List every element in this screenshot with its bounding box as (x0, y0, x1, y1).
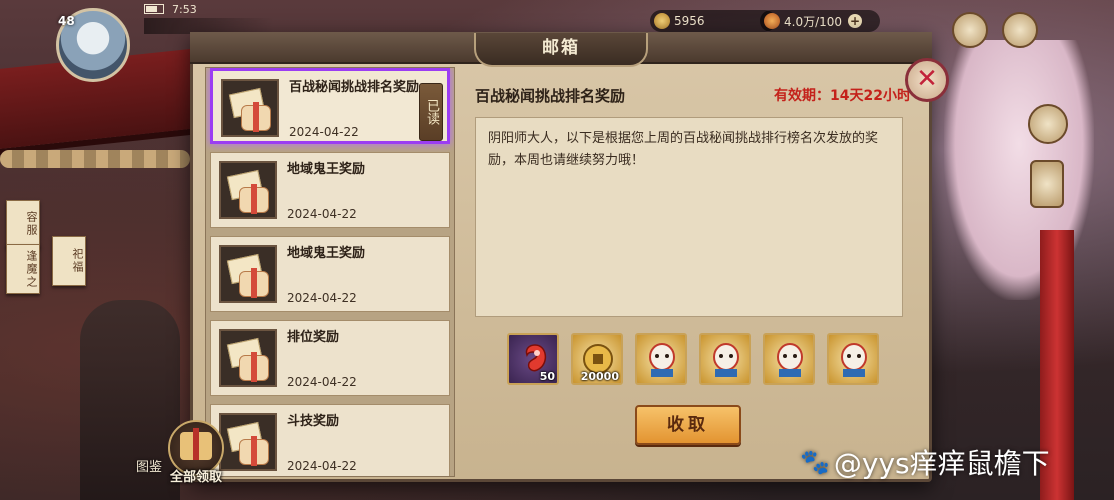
daruma-mask-icon (777, 343, 803, 377)
mail-title: 斗技奖励 (287, 414, 340, 429)
currency-2-value: 4.0万/100 (784, 14, 843, 29)
detail-title: 百战秘闻挑战排名奖励 (475, 87, 626, 105)
currency-2[interactable]: 4.0万/100 + (760, 10, 880, 32)
watermark-text: @yys痒痒鼠檐下 (833, 447, 1050, 480)
chat-button[interactable] (1002, 12, 1038, 48)
stamina-icon (764, 13, 780, 29)
add-currency-button[interactable]: + (848, 14, 863, 28)
daruma-mask-icon (841, 343, 867, 377)
mail-item-3[interactable]: 地域鬼王奖励 2024-04-22 (210, 236, 450, 312)
mail-thumbnail (221, 79, 279, 137)
shrine-rope (0, 150, 190, 168)
reward-list: 50 20000 (507, 333, 879, 385)
reward-gold[interactable]: 20000 (571, 333, 623, 385)
player-level: 48 (58, 14, 75, 28)
codex-label[interactable]: 图鉴 (136, 456, 162, 475)
mail-title: 百战秘闻挑战排名奖励 (289, 80, 420, 95)
watermark: 🐾 @yys痒痒鼠檐下 (800, 442, 1050, 482)
side-tag-2[interactable]: 逢魔之 (6, 244, 40, 294)
mail-date: 2024-04-22 (287, 459, 357, 473)
side-tag-3[interactable]: 祀福 (52, 236, 86, 286)
close-icon: ✕ (916, 64, 938, 94)
event-button[interactable] (1028, 104, 1068, 144)
reward-daruma-3[interactable] (763, 333, 815, 385)
reward-daruma-2[interactable] (699, 333, 751, 385)
mail-item-1[interactable]: 百战秘闻挑战排名奖励 2024-04-22 已读 (210, 68, 450, 144)
mail-thumbnail (219, 329, 277, 387)
reward-magatama[interactable]: 50 (507, 333, 559, 385)
mail-title: 地域鬼王奖励 (287, 246, 366, 261)
mail-thumbnail (219, 245, 277, 303)
reward-daruma-4[interactable] (827, 333, 879, 385)
claim-all-label: 全部领取 (169, 470, 222, 485)
mail-thumbnail (219, 161, 277, 219)
mail-list[interactable]: 百战秘闻挑战排名奖励 2024-04-22 已读 地域鬼王奖励 2024-04-… (205, 67, 455, 477)
window-title: 邮箱 (474, 33, 648, 67)
battery-icon (144, 4, 164, 14)
mail-item-4[interactable]: 排位奖励 2024-04-22 (210, 320, 450, 396)
mail-window: 邮箱 百战秘闻挑战排名奖励 2024-04-22 已读 地域鬼王奖励 2024-… (190, 32, 932, 482)
currency-1[interactable]: 5956 (650, 10, 776, 32)
reward-daruma-1[interactable] (635, 333, 687, 385)
mail-date: 2024-04-22 (287, 207, 357, 221)
daruma-mask-icon (649, 343, 675, 377)
claim-button[interactable]: 收取 (635, 405, 741, 445)
currency-1-value: 5956 (674, 14, 705, 28)
daruma-mask-icon (713, 343, 739, 377)
mail-date: 2024-04-22 (289, 125, 359, 139)
paw-icon: 🐾 (800, 448, 830, 476)
side-tag-1[interactable]: 容服 (6, 200, 40, 248)
menu-button[interactable] (952, 12, 988, 48)
reward-qty: 20000 (580, 370, 619, 383)
close-button[interactable]: ✕ (905, 58, 949, 102)
status-strip: 7:53 (144, 2, 197, 16)
read-tag: 已读 (419, 83, 443, 141)
scroll-button[interactable] (1030, 160, 1064, 208)
mail-title: 地域鬼王奖励 (287, 162, 366, 177)
mail-date: 2024-04-22 (287, 375, 357, 389)
mail-detail: 百战秘闻挑战排名奖励 有效期：14天22小时 阴阳师大人，以下是根据您上周的百战… (459, 67, 921, 475)
mail-item-2[interactable]: 地域鬼王奖励 2024-04-22 (210, 152, 450, 228)
clock: 7:53 (172, 2, 197, 16)
reward-qty: 50 (539, 370, 555, 383)
jade-icon (654, 13, 670, 29)
mail-body: 阴阳师大人，以下是根据您上周的百战秘闻挑战排行榜名次发放的奖励，本周也请继续努力… (475, 117, 903, 317)
mail-date: 2024-04-22 (287, 291, 357, 305)
mail-title: 排位奖励 (287, 330, 340, 345)
claim-all-button[interactable]: 全部领取 (158, 420, 234, 488)
mail-item-5[interactable]: 斗技奖励 2024-04-22 (210, 404, 450, 476)
expiry-label: 有效期：14天22小时 (774, 88, 911, 104)
gift-icon (180, 428, 212, 460)
